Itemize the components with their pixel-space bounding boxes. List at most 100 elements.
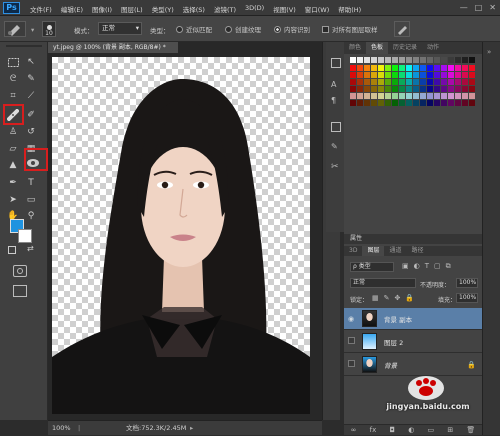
color-swatch[interactable] [406,100,412,106]
type-filter-icon[interactable]: T [425,262,429,271]
color-swatch[interactable] [392,72,398,78]
color-swatch[interactable] [399,93,405,99]
color-swatch[interactable] [448,79,454,85]
color-swatch[interactable] [427,79,433,85]
color-swatch[interactable] [399,100,405,106]
fill-input[interactable]: 100% [456,293,478,303]
adjustment-filter-icon[interactable]: ◐ [414,262,420,271]
color-swatch[interactable] [350,86,356,92]
menu-view[interactable]: 视图(V) [273,4,296,14]
close-button[interactable]: ✕ [489,3,496,12]
color-swatch[interactable] [441,72,447,78]
menu-3d[interactable]: 3D(D) [245,4,264,14]
color-swatch[interactable] [462,65,468,71]
menu-window[interactable]: 窗口(W) [305,4,330,14]
color-swatch[interactable] [455,100,461,106]
color-swatch[interactable] [434,72,440,78]
color-swatch[interactable] [371,79,377,85]
color-swatch[interactable] [371,72,377,78]
color-swatch[interactable] [448,57,454,63]
color-swatch[interactable] [420,65,426,71]
add-mask-icon[interactable]: ◘ [389,425,395,435]
color-swatch[interactable] [462,100,468,106]
eye-icon[interactable]: ◉ [344,315,358,323]
color-swatch[interactable] [406,86,412,92]
color-swatch[interactable] [350,100,356,106]
color-swatch[interactable] [406,65,412,71]
color-swatch[interactable] [406,79,412,85]
zoom-level[interactable]: 100% [52,421,71,435]
color-swatch[interactable] [420,57,426,63]
color-swatch[interactable] [385,100,391,106]
color-swatch[interactable] [385,57,391,63]
history-brush-tool-icon[interactable]: ↺ [24,125,38,139]
crop-tool-icon[interactable]: ⌗ [6,89,20,103]
color-swatch[interactable] [385,79,391,85]
background-color-swatch[interactable] [18,229,32,243]
color-swatch[interactable] [406,72,412,78]
image-filter-icon[interactable]: ▣ [402,262,409,271]
color-swatch[interactable] [469,57,475,63]
eye-icon[interactable] [344,360,358,369]
brush-tool-icon[interactable]: ✐ [24,108,38,122]
color-swatch[interactable] [420,72,426,78]
lasso-tool-icon[interactable]: ᘓ [6,72,20,86]
lock-transparency-icon[interactable]: ▦ [372,294,379,302]
eye-icon[interactable] [344,337,358,346]
color-swatch[interactable] [350,79,356,85]
color-swatch[interactable] [378,100,384,106]
color-swatch[interactable] [434,65,440,71]
link-layers-icon[interactable]: ∞ [351,425,357,435]
color-swatch[interactable] [448,86,454,92]
color-swatch[interactable] [448,93,454,99]
brush-panel-icon[interactable] [331,122,341,132]
status-arrow-icon[interactable]: ▸ [190,421,193,435]
color-swatch[interactable] [427,65,433,71]
menu-file[interactable]: 文件(F) [30,4,52,14]
color-swatch[interactable] [392,100,398,106]
tab-paths[interactable]: 路径 [406,246,428,256]
color-swatch[interactable] [364,65,370,71]
collapse-arrows-icon[interactable]: » [487,48,491,56]
color-swatch[interactable] [462,57,468,63]
color-swatch[interactable] [371,100,377,106]
blur-tool-icon[interactable]: ▲ [6,158,20,172]
minimize-button[interactable]: — [460,3,468,12]
tab-color[interactable]: 颜色 [344,42,366,54]
radio-create-texture[interactable]: 创建纹理 [225,24,261,34]
color-swatch[interactable] [413,93,419,99]
color-swatch[interactable] [406,93,412,99]
color-swatch[interactable] [420,86,426,92]
color-swatch[interactable] [434,79,440,85]
color-swatch[interactable] [371,93,377,99]
tab-swatches[interactable]: 色板 [366,42,389,54]
color-swatch[interactable] [469,100,475,106]
tool-preset-picker[interactable] [4,21,26,37]
marquee-tool-icon[interactable] [6,55,20,69]
color-swatch[interactable] [385,65,391,71]
layer-style-icon[interactable]: fx [370,425,377,435]
chevron-down-icon[interactable]: ▾ [31,26,34,34]
menu-image[interactable]: 图像(I) [92,4,112,14]
history-panel-icon[interactable] [331,58,341,68]
color-swatch[interactable] [357,86,363,92]
color-swatch[interactable] [448,65,454,71]
tab-layers[interactable]: 图层 [362,246,385,256]
opacity-input[interactable]: 100% [456,278,478,288]
menu-layer[interactable]: 图层(L) [121,4,143,14]
color-swatch[interactable] [399,86,405,92]
menu-help[interactable]: 帮助(H) [338,4,361,14]
color-swatch[interactable] [406,57,412,63]
maximize-button[interactable]: □ [475,3,483,12]
layer-row-background[interactable]: 背景 🔒 [344,354,482,376]
color-swatch[interactable] [413,100,419,106]
color-swatch[interactable] [357,57,363,63]
color-swatch[interactable] [462,86,468,92]
color-swatch[interactable] [357,93,363,99]
blend-mode-select[interactable]: 正常 [350,278,416,288]
lock-all-icon[interactable]: 🔒 [405,294,414,302]
color-swatch[interactable] [420,79,426,85]
color-swatch[interactable] [399,65,405,71]
move-tool-icon[interactable]: ↖ [24,55,38,69]
color-swatch[interactable] [427,100,433,106]
